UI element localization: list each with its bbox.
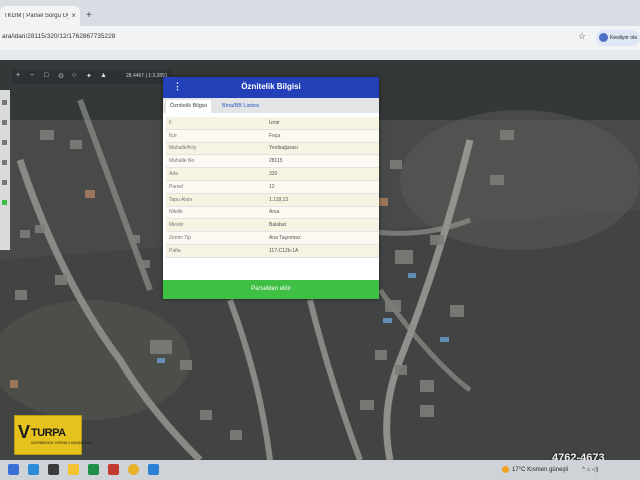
row-value: Arsa	[266, 206, 379, 220]
edge-icon[interactable]	[148, 464, 159, 475]
table-row: İl İzmir	[166, 117, 379, 130]
parcel-action-button[interactable]: Parselden eklir	[163, 280, 379, 299]
tool-icon[interactable]	[2, 180, 7, 185]
triangle-tool-icon[interactable]: ▲	[100, 72, 107, 79]
row-label: Parsel	[166, 180, 266, 194]
tab-building-list[interactable]: Bina/BB Listesi	[218, 100, 263, 113]
logo-name: TURPA	[31, 427, 66, 439]
tool-icon[interactable]	[2, 140, 7, 145]
zoom-out-icon[interactable]: −	[30, 72, 34, 79]
row-value: Balabat	[266, 218, 379, 233]
app-icon[interactable]	[108, 464, 119, 475]
table-row: Nitelik Arsa	[166, 206, 379, 220]
bookmark-star-icon[interactable]: ☆	[578, 31, 586, 42]
row-label: Mahalle No	[166, 154, 266, 169]
new-tab-button[interactable]: +	[86, 10, 92, 21]
row-label: Nitelik	[166, 206, 266, 220]
dialog-title: Öznitelik Bilgisi	[241, 82, 301, 91]
row-label: Mahalle/Köy	[166, 142, 266, 156]
row-value: 117-C12b-1A	[266, 244, 379, 258]
select-box-icon[interactable]: □	[44, 72, 48, 79]
taskbar: 17°C Kısmen güneşli ^ ⌂ ◁)	[0, 460, 640, 480]
avatar	[599, 33, 608, 43]
tab-attribute-info[interactable]: Öznitelik Bilgisi	[166, 100, 211, 113]
row-label: Tapu Alanı	[166, 193, 266, 207]
row-label: Mevkii	[166, 218, 266, 233]
weather-temp: 17°C	[512, 467, 526, 474]
excel-icon[interactable]	[88, 464, 99, 475]
tool-icon[interactable]	[2, 160, 7, 165]
row-value: İzmir	[266, 117, 379, 130]
table-row: Parsel 12	[166, 180, 379, 194]
start-icon[interactable]	[8, 464, 19, 475]
table-row: Mahalle/Köy Yenibağarası	[166, 142, 379, 156]
row-value: 12	[266, 180, 379, 194]
table-row: Pafta 117-C12b-1A	[166, 244, 379, 258]
tab-title: TKGM | Parsel Sorgu Uygulaması	[4, 13, 68, 19]
table-row: Ada 320	[166, 167, 379, 181]
folder-icon[interactable]	[68, 464, 79, 475]
url-text: ara/idari/28115/320/12/1762867735228	[2, 33, 116, 40]
bookmarks-bar	[0, 50, 640, 60]
tool-icon[interactable]	[2, 100, 7, 105]
weather-text: Kısmen güneşli	[527, 467, 569, 474]
tool-icon[interactable]	[2, 120, 7, 125]
logo-mark: V	[18, 422, 31, 442]
screen: TKGM | Parsel Sorgu Uygulaması × + ara/i…	[0, 0, 640, 480]
sun-icon	[502, 466, 509, 473]
table-row: Mahalle No 28115	[166, 154, 379, 169]
logo-tagline: GAYRİMENKUL YATIRIM & DANIŞMANLIK	[31, 441, 93, 445]
row-label: Ada	[166, 167, 266, 181]
zoom-in-icon[interactable]: +	[16, 72, 20, 79]
weather-widget[interactable]: 17°C Kısmen güneşli	[502, 466, 568, 473]
url-field[interactable]: ara/idari/28115/320/12/1762867735228	[0, 30, 580, 44]
chrome-icon[interactable]	[128, 464, 139, 475]
table-row: Tapu Alanı 1.118,13	[166, 193, 379, 207]
row-label: Zemin Tip	[166, 231, 266, 245]
dialog-header: ⋮ Öznitelik Bilgisi	[163, 77, 379, 98]
table-row: İlçe Foça	[166, 129, 379, 143]
dialog-tabs: Öznitelik Bilgisi Bina/BB Listesi	[163, 98, 379, 113]
tool-icon[interactable]	[2, 200, 7, 205]
row-value: 1.118,13	[266, 193, 379, 207]
search-icon[interactable]	[28, 464, 39, 475]
close-icon[interactable]: ×	[71, 11, 76, 20]
measure-icon[interactable]: ✦	[86, 72, 92, 80]
row-label: Pafta	[166, 244, 266, 258]
left-tool-strip	[0, 90, 10, 250]
browser-tab[interactable]: TKGM | Parsel Sorgu Uygulaması ×	[0, 6, 80, 26]
row-value: Foça	[266, 129, 379, 143]
row-value: 320	[266, 167, 379, 181]
task-view-icon[interactable]	[48, 464, 59, 475]
table-row: Zemin Tip Ana Taşınmaz	[166, 231, 379, 245]
row-value: Yenibağarası	[266, 142, 379, 156]
attribute-table: İl İzmir İlçe Foça Mahalle/Köy Yenibağarası…	[166, 117, 379, 258]
row-label: İlçe	[166, 129, 266, 143]
profile-button[interactable]: Kesiliyor ola	[596, 30, 640, 46]
row-label: İl	[166, 117, 266, 130]
row-value: 28115	[266, 154, 379, 169]
row-value: Ana Taşınmaz	[266, 231, 379, 245]
table-row: Mevkii Balabat	[166, 218, 379, 233]
system-tray[interactable]: ^ ⌂ ◁)	[582, 466, 598, 473]
address-bar: ara/idari/28115/320/12/1762867735228 ☆ K…	[0, 26, 640, 51]
locate-icon[interactable]: ⊙	[58, 72, 64, 80]
browser-tab-bar: TKGM | Parsel Sorgu Uygulaması × +	[0, 0, 640, 26]
circle-tool-icon[interactable]: ○	[72, 72, 76, 79]
profile-label: Kesiliyor ola	[610, 35, 637, 41]
scale-readout: 28.4467 | 1:3.2891	[126, 73, 168, 79]
turpa-logo: V TURPA GAYRİMENKUL YATIRIM & DANIŞMANLI…	[14, 415, 93, 455]
attribute-dialog: ⋮ Öznitelik Bilgisi Öznitelik Bilgisi Bi…	[163, 77, 379, 299]
